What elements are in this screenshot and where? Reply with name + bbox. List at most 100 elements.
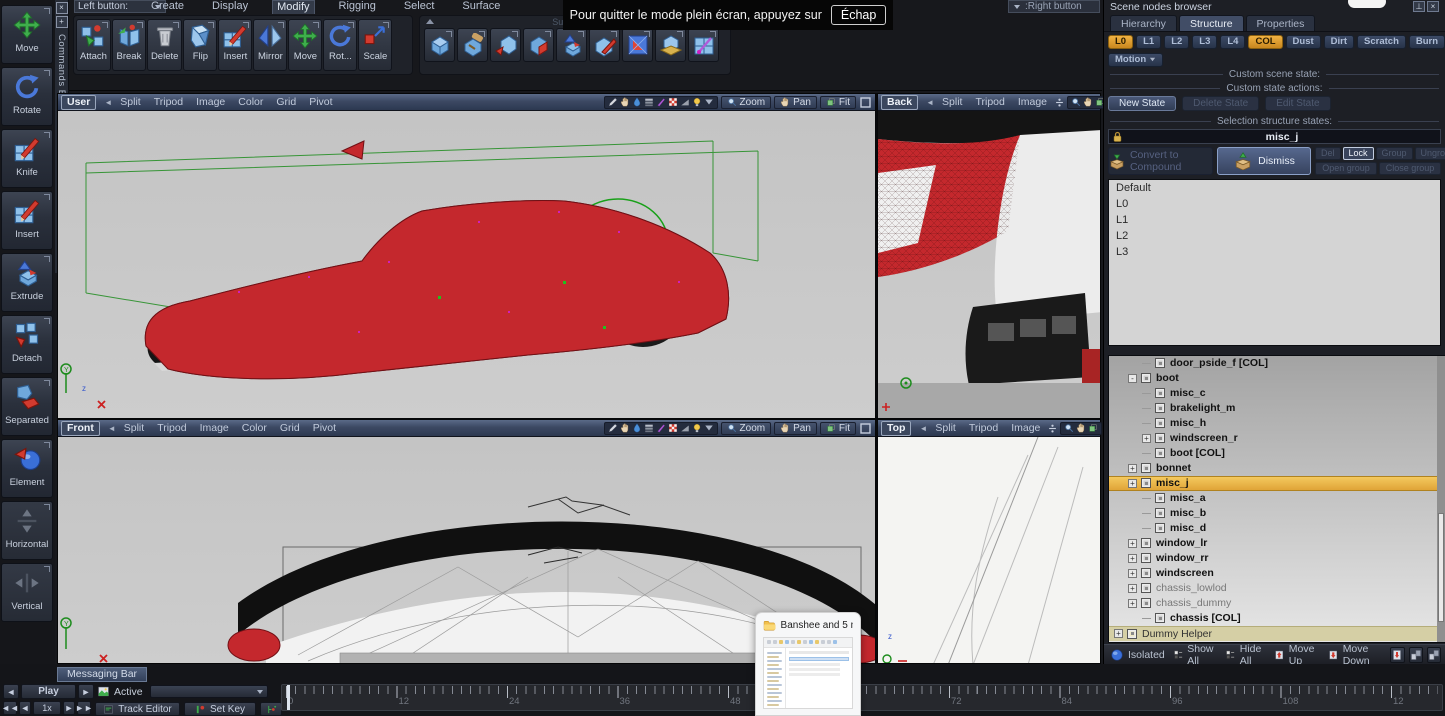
fit-button[interactable]: Fit <box>820 96 856 109</box>
tree-node-brakelight-m[interactable]: brakelight_m <box>1109 401 1445 416</box>
expand-icon[interactable]: + <box>1128 539 1137 548</box>
state-l3-button[interactable]: L3 <box>1192 35 1217 49</box>
state-col-button[interactable]: COL <box>1248 35 1282 49</box>
state-l0-button[interactable]: L0 <box>1108 35 1133 49</box>
menu-surface[interactable]: Surface <box>458 0 504 13</box>
edit-state-button[interactable]: Edit State <box>1265 96 1330 111</box>
menu-select[interactable]: Select <box>400 0 439 13</box>
tab-structure[interactable]: Structure <box>1179 15 1244 31</box>
vp-menu-pivot[interactable]: Pivot <box>309 96 332 108</box>
toolbar-attach-button[interactable]: Attach <box>76 19 111 71</box>
tool-horizontal-button[interactable]: Horizontal <box>1 501 53 560</box>
viewport-user-canvas[interactable]: Y z <box>58 111 875 418</box>
right-button-dropdown[interactable]: :Right button <box>1008 0 1100 13</box>
toolbar-break-button[interactable]: Break <box>112 19 146 71</box>
state-l1-button[interactable]: L1 <box>1136 35 1161 49</box>
escape-key-button[interactable]: Échap <box>831 5 886 25</box>
group-button[interactable]: Group <box>1376 147 1413 160</box>
scene-tree[interactable]: door_pside_f [COL]-bootmisc_cbrakelight_… <box>1108 355 1445 643</box>
submesh-cube-gold-button[interactable] <box>655 28 686 62</box>
go-end-button[interactable]: ► <box>78 684 94 699</box>
vp-menu-image[interactable]: Image <box>200 422 229 434</box>
vp-menu-tripod[interactable]: Tripod <box>969 422 998 434</box>
maximize-icon[interactable] <box>859 96 872 109</box>
vp-menu-color[interactable]: Color <box>242 422 267 434</box>
tree-extra-panels-2-button[interactable] <box>1427 647 1441 663</box>
submesh-cube-purple-button[interactable] <box>688 28 719 62</box>
tree-node-misc-d[interactable]: misc_d <box>1109 521 1445 536</box>
dismiss-button[interactable]: Dismiss <box>1217 147 1311 175</box>
tree-node-misc-a[interactable]: misc_a <box>1109 491 1445 506</box>
toolbar-insert-button[interactable]: Insert <box>218 19 252 71</box>
state-list-item-l0[interactable]: L0 <box>1109 196 1440 212</box>
vp-menu-split[interactable]: Split <box>120 96 140 108</box>
menu-rigging[interactable]: Rigging <box>335 0 380 13</box>
structure-states-list[interactable]: DefaultL0L1L2L3 <box>1108 179 1441 345</box>
chevron-left-icon[interactable]: ◄ <box>108 424 116 433</box>
vp-menu-split[interactable]: Split <box>942 96 962 108</box>
vp-menu-tripod[interactable]: Tripod <box>975 96 1004 108</box>
viewport-back-canvas[interactable] <box>878 111 1100 418</box>
state-l4-button[interactable]: L4 <box>1220 35 1245 49</box>
vp-menu-split[interactable]: Split <box>935 422 955 434</box>
chevron-left-icon[interactable]: ◄ <box>926 98 934 107</box>
delete-state-button[interactable]: Delete State <box>1182 96 1259 111</box>
tree-node-boot-col[interactable]: boot [COL] <box>1109 446 1445 461</box>
vp-menu-color[interactable]: Color <box>238 96 263 108</box>
tool-vertical-button[interactable]: Vertical <box>1 563 53 622</box>
state-dust-button[interactable]: Dust <box>1286 35 1321 49</box>
submesh-cube-arrow-button[interactable] <box>490 28 521 62</box>
toolbar-move-button[interactable]: Move <box>288 19 322 71</box>
tool-element-button[interactable]: Element <box>1 439 53 498</box>
expand-icon[interactable]: + <box>1128 479 1137 488</box>
menu-display[interactable]: Display <box>208 0 252 13</box>
toolbar-mirror-button[interactable]: Mirror <box>253 19 287 71</box>
expand-icon[interactable]: + <box>1128 554 1137 563</box>
state-list-item-l1[interactable]: L1 <box>1109 212 1440 228</box>
pan-button[interactable]: Pan <box>774 96 817 109</box>
fast-fwd-button[interactable]: ►► <box>77 701 91 715</box>
tree-extra-panels-1-button[interactable] <box>1409 647 1423 663</box>
submesh-extrude-button[interactable] <box>556 28 587 62</box>
collapse-icon[interactable]: - <box>1128 374 1137 383</box>
fit-button[interactable]: Fit <box>820 422 856 435</box>
viewport-label[interactable]: Top <box>881 421 911 436</box>
isolated-button[interactable]: Isolated <box>1108 648 1167 662</box>
step-back-button[interactable]: ◄ <box>19 701 31 715</box>
tree-node-boot[interactable]: -boot <box>1109 371 1445 386</box>
expand-icon[interactable]: + <box>1114 629 1123 638</box>
vp-menu-tripod[interactable]: Tripod <box>154 96 183 108</box>
timeline[interactable]: 0122436486072849610812 <box>281 684 1443 711</box>
tab-hierarchy[interactable]: Hierarchy <box>1110 15 1177 31</box>
state-dirt-button[interactable]: Dirt <box>1324 35 1354 49</box>
vp-menu-image[interactable]: Image <box>1011 422 1040 434</box>
tree-node-chassis-lowlod[interactable]: +chassis_lowlod <box>1109 581 1445 596</box>
vp-menu-grid[interactable]: Grid <box>280 422 300 434</box>
tree-node-door-pside-f-col[interactable]: door_pside_f [COL] <box>1109 356 1445 371</box>
open-group-button[interactable]: Open group <box>1315 162 1377 175</box>
tool-knife-button[interactable]: Knife <box>1 129 53 188</box>
del-button[interactable]: Del <box>1315 147 1341 160</box>
toolbar-flip-button[interactable]: Flip <box>183 19 217 71</box>
go-start-button[interactable]: ◄ <box>3 684 19 699</box>
zoom-button[interactable]: Zoom <box>721 96 772 109</box>
tree-node-misc-j[interactable]: +misc_j <box>1109 476 1445 491</box>
vp-menu-pivot[interactable]: Pivot <box>313 422 336 434</box>
vp-menu-tripod[interactable]: Tripod <box>157 422 186 434</box>
state-motion-button[interactable]: Motion <box>1108 53 1163 67</box>
menu-modify[interactable]: Modify <box>272 0 314 14</box>
toolbar-delete-button[interactable]: Delete <box>147 19 182 71</box>
animation-dropdown[interactable] <box>150 685 268 698</box>
tree-node-misc-h[interactable]: misc_h <box>1109 416 1445 431</box>
viewport-label[interactable]: User <box>61 95 96 110</box>
expand-icon[interactable]: + <box>1128 584 1137 593</box>
tree-scrollbar[interactable] <box>1437 356 1445 642</box>
more-menu-icon[interactable] <box>1048 424 1057 433</box>
menu-create[interactable]: Create <box>147 0 188 13</box>
lock-icon[interactable] <box>1111 131 1124 143</box>
state-l2-button[interactable]: L2 <box>1164 35 1189 49</box>
chevron-left-icon[interactable]: ◄ <box>919 424 927 433</box>
chevron-left-icon[interactable]: ◄ <box>104 98 112 107</box>
toolbar-scale-button[interactable]: Scale <box>358 19 392 71</box>
speed-button[interactable]: 1x <box>33 701 61 715</box>
